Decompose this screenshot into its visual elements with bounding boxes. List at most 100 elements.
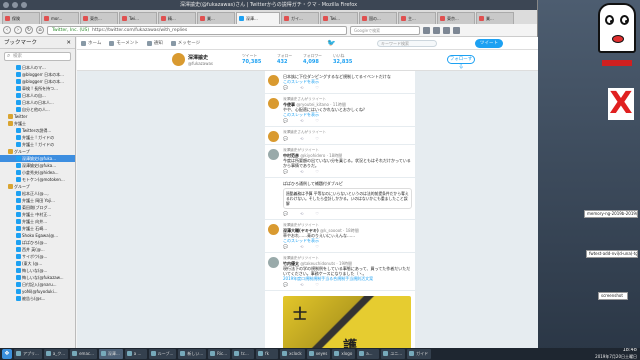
twitter-search-input[interactable]: キーワード検索 <box>377 40 437 47</box>
taskbar-item[interactable]: a... <box>357 349 380 359</box>
desktop-note[interactable]: memory-ng-2019b-2019/4 <box>584 210 638 218</box>
tweet-image[interactable]: 士 護 <box>283 296 411 348</box>
bookmark-folder[interactable]: Twitter <box>0 113 75 120</box>
nav-messages[interactable]: メッセージ <box>170 40 200 46</box>
stat-following[interactable]: フォロー 432 <box>277 53 292 65</box>
bookmark-item[interactable]: 悔しいな(@fukazaw... <box>0 274 75 281</box>
bookmark-item[interactable]: 深澤諭史(@fuka... <box>0 155 75 162</box>
window-maximize-icon[interactable] <box>21 2 27 8</box>
stat-followers[interactable]: フォロワー 4,098 <box>303 53 322 65</box>
url-bar[interactable]: Twitter, Inc. (US) https://twitter.com/f… <box>47 25 347 35</box>
bookmark-item[interactable]: 日本人の日本人... <box>0 99 75 106</box>
bookmark-item[interactable]: 自分と他の人... <box>0 106 75 113</box>
bookmark-folder[interactable]: グループ <box>0 148 75 155</box>
bookmark-item[interactable]: (東大 (@... <box>0 260 75 267</box>
reply-icon[interactable]: 💬 <box>283 244 288 249</box>
window-controls[interactable] <box>3 2 27 8</box>
quoted-tweet[interactable]: 過酷義務は予算 平等なのにいらないというのは法的前提条件だから奪えるわけない。そ… <box>283 188 412 209</box>
like-icon[interactable]: ♡ <box>315 211 319 216</box>
bookmark-folder[interactable]: 弁護士 <box>0 120 75 127</box>
retweet-icon[interactable]: ⟲ <box>300 169 303 174</box>
taskbar-item[interactable]: xclock <box>280 349 305 359</box>
profile-name[interactable]: 深澤諭史 <box>188 54 208 61</box>
like-icon[interactable]: ♡ <box>315 282 319 287</box>
bookmark-item[interactable]: Shoko Egawa(@... <box>0 232 75 239</box>
bookmark-item[interactable]: 車検 ! 長所を持つ... <box>0 85 75 92</box>
xlogo-widget[interactable]: X <box>608 88 634 120</box>
retweet-icon[interactable]: ⟲ <box>300 85 303 90</box>
browser-tab[interactable]: Twi... <box>119 12 157 24</box>
like-icon[interactable]: ♡ <box>315 85 319 90</box>
show-thread-link[interactable]: このスレッドを表示 <box>283 238 412 243</box>
tweet-avatar[interactable] <box>268 75 279 86</box>
tweet[interactable]: 深澤諭史さんがリツイート 今使事 @ryoutei_kitano · 11時間 やや… <box>265 94 415 127</box>
search-bar[interactable]: Googleで検索 <box>350 25 420 35</box>
tweet[interactable]: 深澤諭史がリツイート 中村范彦 @kiyohidero · 18時間 今度は所要額の… <box>265 145 415 178</box>
tweet[interactable]: 深澤諭史がリツイート 深澤大輔(ヤキヤキ) @k_soooot · 18時間 草やお… <box>265 220 415 253</box>
library-icon[interactable] <box>433 26 440 34</box>
bookmark-item[interactable]: @bloggerr 日本の本... <box>0 71 75 78</box>
bookmark-item[interactable]: 菊田剛(ブログ... <box>0 204 75 211</box>
like-icon[interactable]: ♡ <box>315 244 319 249</box>
browser-tab[interactable]: 業... <box>476 12 514 24</box>
bookmark-item[interactable]: 日付記入(@naru... <box>0 281 75 288</box>
reply-icon[interactable]: 💬 <box>283 169 288 174</box>
stat-tweets[interactable]: ツイート 70,385 <box>242 53 261 65</box>
desktop-note[interactable]: screenshot <box>598 292 628 300</box>
tweet-avatar[interactable] <box>268 224 279 235</box>
bookmark-item[interactable]: 弁護士 ! ガイドの <box>0 134 75 141</box>
nav-home[interactable]: ホーム <box>81 40 101 46</box>
browser-tab[interactable]: ガイ... <box>281 12 319 24</box>
forward-icon[interactable]: › <box>14 26 22 34</box>
nav-notifications[interactable]: 通知 <box>146 40 163 46</box>
follow-button[interactable]: フォローする <box>447 55 475 70</box>
show-thread-link[interactable]: このスレッドを表示 <box>283 79 412 84</box>
reply-icon[interactable]: 💬 <box>283 85 288 90</box>
bookmark-item[interactable]: 被告ら(@s... <box>0 295 75 302</box>
taskbar-item[interactable]: ユニ... <box>381 349 406 359</box>
tweet[interactable]: 深澤諭史さんがリツイート 💬 ⟲ ♡ <box>265 127 415 145</box>
tweet-avatar[interactable] <box>268 131 279 142</box>
url-text[interactable]: https://twitter.com/fukazawas/with_repli… <box>92 27 187 34</box>
bookmark-item[interactable]: 深澤諭史(@fuka... <box>0 162 75 169</box>
bookmark-folder[interactable]: グループ <box>0 183 75 190</box>
bookmark-item[interactable]: ばばひろ(@... <box>0 239 75 246</box>
home-icon[interactable]: ⌂ <box>36 26 44 34</box>
tweet-avatar[interactable] <box>268 257 279 268</box>
bookmark-item[interactable]: 小倉秀夫(@hidea... <box>0 169 75 176</box>
twitter-bird-icon[interactable]: 🐦 <box>327 40 336 47</box>
retweet-icon[interactable]: ⟲ <box>300 211 303 216</box>
reply-icon[interactable]: 💬 <box>283 136 288 141</box>
reply-icon[interactable]: 💬 <box>283 282 288 287</box>
bookmark-item[interactable]: 日本人のマ... <box>0 64 75 71</box>
xeyes-widget[interactable] <box>598 3 636 53</box>
nav-moments[interactable]: モーメント <box>109 40 139 46</box>
tweet-button[interactable]: ツイート <box>475 39 503 48</box>
tweet[interactable]: 深澤諭史がリツイート 竹内優太 @takeuchidonuts · 19時間 現行法… <box>265 253 415 291</box>
taskbar-item[interactable]: 深澤... <box>98 349 123 359</box>
window-close-icon[interactable] <box>3 2 9 8</box>
taskbar-item[interactable]: tc... <box>232 349 255 359</box>
show-thread-link[interactable]: このスレッドを表示 <box>283 112 412 117</box>
bookmark-item[interactable]: 弁護士 向井... <box>0 218 75 225</box>
like-icon[interactable]: ♡ <box>315 136 319 141</box>
bookmark-item[interactable]: 日本人の自... <box>0 92 75 99</box>
browser-tab[interactable]: 主... <box>398 12 436 24</box>
site-identity[interactable]: Twitter, Inc. (US) <box>52 27 89 34</box>
taskbar-item[interactable]: emac... <box>70 349 97 359</box>
taskbar-item[interactable]: アプリ... <box>14 349 42 359</box>
browser-tab[interactable]: 深澤... <box>236 12 280 24</box>
stat-likes[interactable]: いいね 32,835 <box>333 53 352 65</box>
tweet[interactable]: ばばひろ通例して補題付ダブルピ 過酷義務は予算 平等なのにいらないというのは法的前… <box>265 178 415 220</box>
browser-tab[interactable]: 国の... <box>359 12 397 24</box>
bookmark-search-input[interactable]: 検索 <box>4 52 71 61</box>
bookmark-item[interactable]: 弁護士 中村正... <box>0 211 75 218</box>
browser-tab[interactable]: mor... <box>41 12 79 24</box>
window-minimize-icon[interactable] <box>12 2 18 8</box>
bookmark-item[interactable]: サイボウ(@... <box>0 253 75 260</box>
taskbar-item[interactable]: fk <box>256 349 279 359</box>
retweet-icon[interactable]: ⟲ <box>300 136 303 141</box>
bookmark-item[interactable]: 悔しいな(@... <box>0 267 75 274</box>
taskbar-item[interactable]: xlogo <box>332 349 356 359</box>
browser-tab[interactable]: Twi... <box>320 12 358 24</box>
